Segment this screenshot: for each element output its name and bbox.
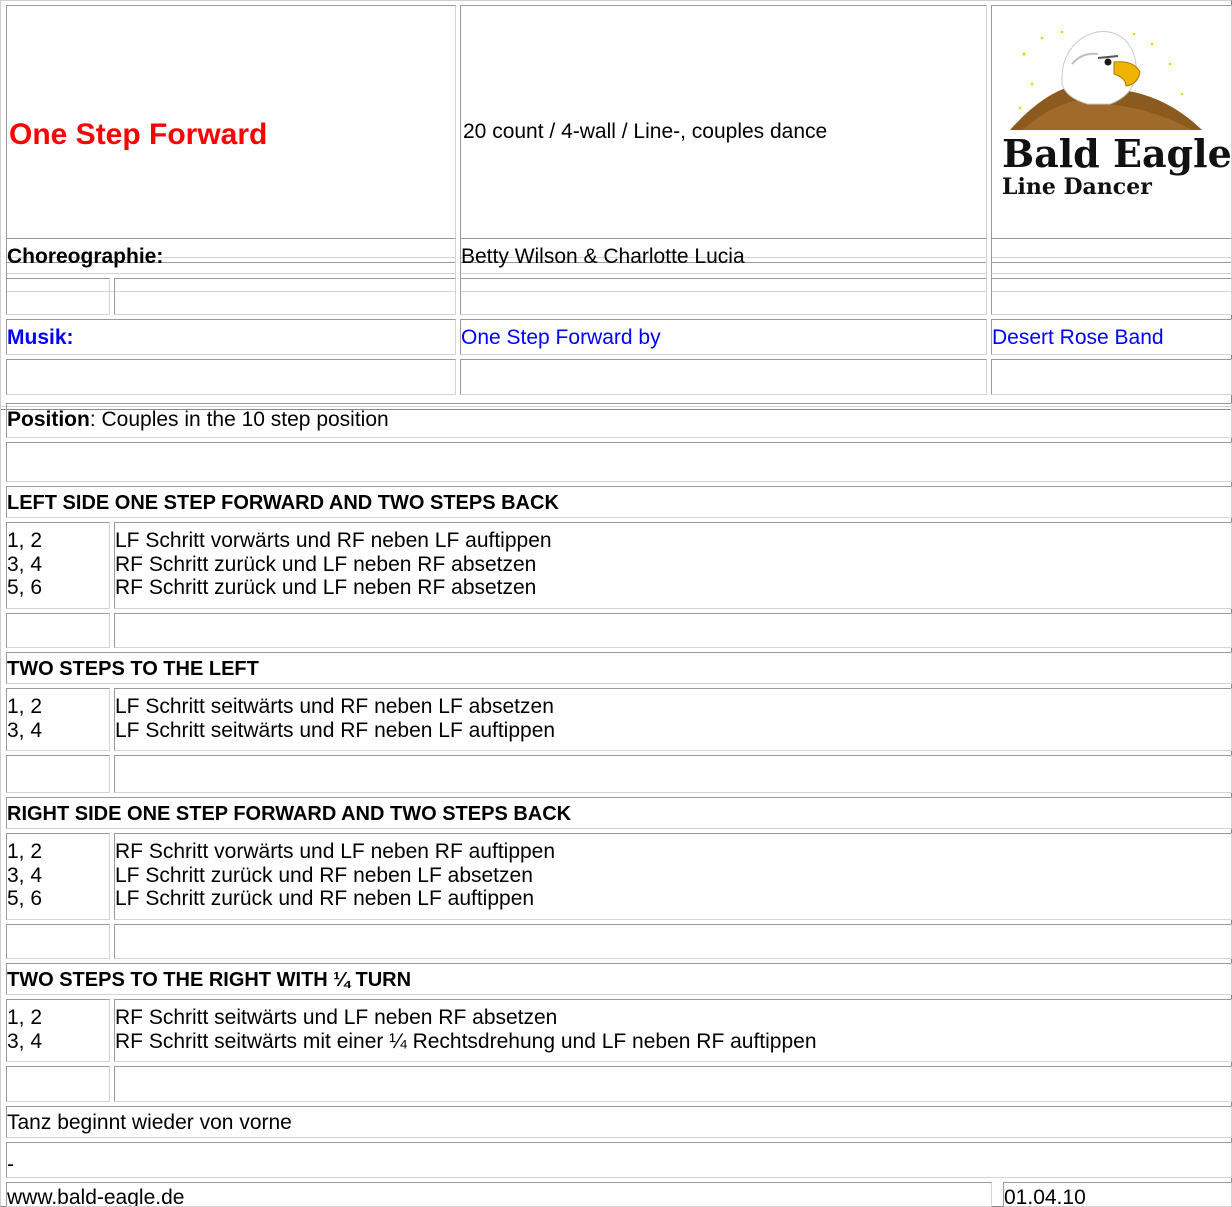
- section-steps: LF Schritt seitwärts und RF neben LF abs…: [114, 688, 1232, 751]
- section-counts: 1, 2 3, 4 5, 6: [6, 522, 110, 609]
- ending-text: Tanz beginnt wieder von vorne: [6, 1106, 1232, 1138]
- section-steps: RF Schritt seitwärts und LF neben RF abs…: [114, 999, 1232, 1062]
- section-heading: TWO STEPS TO THE LEFT: [6, 652, 1232, 684]
- logo-cell: Bald Eagle Line Dancer: [991, 5, 1232, 258]
- dance-title-cell: One Step Forward: [6, 5, 456, 258]
- section-heading: LEFT SIDE ONE STEP FORWARD AND TWO STEPS…: [6, 486, 1232, 518]
- spacer-cell: [6, 278, 110, 315]
- spacer-cell: [6, 755, 110, 793]
- music-label: Musik:: [6, 319, 456, 355]
- spacer-cell: [114, 1066, 1232, 1102]
- choreography-label-shown: Choreographie:: [6, 238, 456, 274]
- spacer-cell: [114, 613, 1232, 648]
- dance-info-cell: 20 count / 4-wall / Line-, couples dance: [460, 5, 987, 258]
- spacer-cell: [114, 278, 456, 315]
- footer-date: 01.04.10: [1003, 1182, 1232, 1207]
- music-artist: Desert Rose Band: [991, 319, 1232, 355]
- dance-info: 20 count / 4-wall / Line-, couples dance: [463, 120, 828, 143]
- position-row: Position: Couples in the 10 step positio…: [6, 403, 1232, 438]
- spacer-cell: [114, 924, 1232, 959]
- section-steps: RF Schritt vorwärts und LF neben RF auft…: [114, 833, 1232, 920]
- section-heading: TWO STEPS TO THE RIGHT WITH ¼ TURN: [6, 963, 1232, 995]
- footer-website: www.bald-eagle.de: [6, 1182, 992, 1207]
- section-counts: 1, 2 3, 4: [6, 999, 110, 1062]
- position-text: : Couples in the 10 step position: [89, 408, 389, 431]
- spacer-cell: [991, 278, 1232, 315]
- spacer-cell: [6, 1066, 110, 1102]
- spacer-cell: [6, 924, 110, 959]
- spacer-cell: [460, 278, 987, 315]
- section-heading: RIGHT SIDE ONE STEP FORWARD AND TWO STEP…: [6, 797, 1232, 829]
- eagle-head-icon: [1002, 24, 1212, 132]
- section-counts: 1, 2 3, 4: [6, 688, 110, 751]
- spacer-cell: [991, 359, 1232, 395]
- spacer-cell: [460, 359, 987, 395]
- music-title: One Step Forward by: [460, 319, 987, 355]
- section-steps: LF Schritt vorwärts und RF neben LF auft…: [114, 522, 1232, 609]
- spacer-row: [6, 442, 1232, 482]
- position-label: Position: [7, 408, 90, 431]
- logo-text-sub: Line Dancer: [1002, 174, 1152, 200]
- logo-text-main: Bald Eagle: [1002, 131, 1232, 176]
- spacer-cell: [991, 238, 1232, 274]
- spacer-cell: [6, 359, 456, 395]
- spacer-cell: [114, 755, 1232, 793]
- dance-title: One Step Forward: [9, 118, 268, 151]
- section-counts: 1, 2 3, 4 5, 6: [6, 833, 110, 920]
- choreographers-value: Betty Wilson & Charlotte Lucia: [460, 238, 987, 274]
- spacer-cell: [6, 613, 110, 648]
- dash-row: -: [6, 1142, 1232, 1178]
